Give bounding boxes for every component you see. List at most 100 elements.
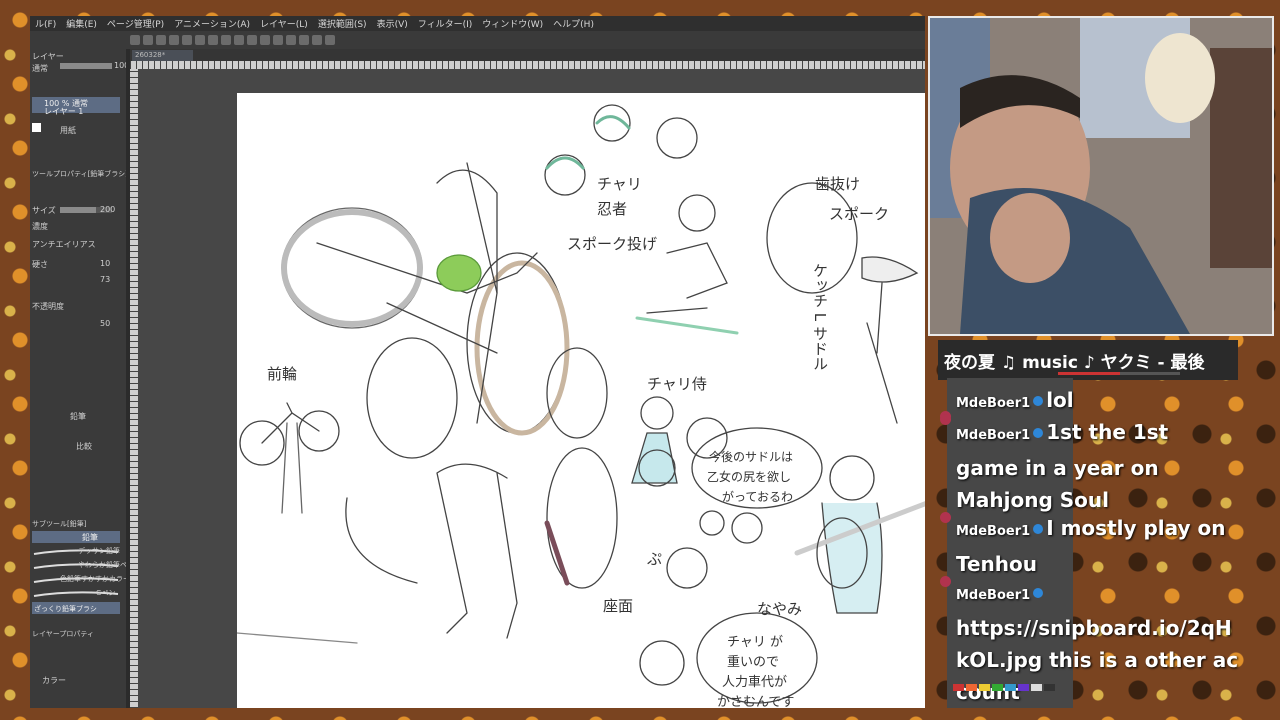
chat-badge-3 bbox=[940, 576, 951, 587]
swatch-blue[interactable] bbox=[1005, 684, 1016, 691]
note-ninja-2: 忍者 bbox=[597, 200, 628, 218]
color-select[interactable]: カラー bbox=[42, 675, 66, 686]
bubble-line-3: 人力車代が bbox=[722, 675, 788, 690]
note-line-1: 今後のサドルは bbox=[709, 450, 794, 464]
size-label: サイズ bbox=[32, 206, 56, 215]
note-samurai: チャリ侍 bbox=[647, 375, 707, 393]
note-fan-1: 歯抜け bbox=[815, 175, 861, 193]
note-line-3: がっておるわ bbox=[722, 490, 794, 504]
chat-username-2: MdeBoer1 bbox=[956, 524, 1031, 539]
note-seat: 座面 bbox=[603, 597, 634, 615]
save-icon[interactable] bbox=[156, 35, 166, 45]
webcam-feed bbox=[928, 16, 1274, 336]
note-wind: ぷ bbox=[647, 550, 663, 568]
opacity-value: 50 bbox=[100, 319, 111, 328]
note-ninja-1: チャリ bbox=[597, 175, 642, 193]
chat-message-2: MdeBoer1 I mostly play on Tenhou bbox=[956, 512, 1228, 580]
swatch-red[interactable] bbox=[953, 684, 964, 691]
document-tab[interactable]: 260328* bbox=[132, 50, 193, 61]
menu-file[interactable]: ル(F) bbox=[30, 17, 61, 30]
redo-icon[interactable] bbox=[195, 35, 205, 45]
document-tab-bar: 260328* bbox=[130, 49, 925, 61]
crop-icon[interactable] bbox=[247, 35, 257, 45]
grid-icon[interactable] bbox=[260, 35, 270, 45]
menu-help[interactable]: ヘルプ(H) bbox=[548, 17, 599, 30]
antialias-label: アンチエイリアス bbox=[32, 240, 96, 249]
note-front-wheel: 前輪 bbox=[267, 365, 298, 383]
command-toolbar bbox=[30, 31, 925, 49]
moderator-icon bbox=[1033, 395, 1044, 406]
print-icon[interactable] bbox=[169, 35, 179, 45]
open-file-icon[interactable] bbox=[143, 35, 153, 45]
note-fan-2: スポーク bbox=[829, 205, 890, 223]
density-value: 73 bbox=[100, 275, 111, 284]
comparison-label: 比較 bbox=[76, 442, 92, 451]
subtool-header: サブツール[鉛筆] bbox=[32, 520, 87, 528]
menu-bar: ル(F) 編集(E) ページ管理(P) アニメーション(A) レイヤー(L) 選… bbox=[30, 16, 925, 31]
note-spoke-throw: スポーク投げ bbox=[567, 235, 658, 253]
menu-selection[interactable]: 選択範囲(S) bbox=[313, 17, 372, 30]
color-swatches bbox=[953, 684, 1055, 691]
subtool-pencil-tab[interactable] bbox=[32, 531, 120, 543]
chat-message-0: MdeBoer1 lol bbox=[956, 384, 1074, 420]
swatch-white[interactable] bbox=[1031, 684, 1042, 691]
layer-property-header: レイヤープロパティ bbox=[32, 630, 94, 638]
new-file-icon[interactable] bbox=[130, 35, 140, 45]
blend-mode-select[interactable]: 通常 bbox=[32, 63, 48, 74]
webcam-scene bbox=[930, 18, 1272, 334]
swatch-black[interactable] bbox=[1044, 684, 1055, 691]
menu-window[interactable]: ウィンドウ(W) bbox=[477, 17, 548, 30]
swatch-purple[interactable] bbox=[1018, 684, 1029, 691]
vertical-ruler bbox=[130, 69, 138, 708]
bubble-line-2: 重いので bbox=[727, 655, 780, 670]
help-icon[interactable] bbox=[325, 35, 335, 45]
now-playing-text: 夜の夏 ♫ music ♪ ヤクミ - 最後 bbox=[944, 353, 1205, 373]
ruler-icon[interactable] bbox=[273, 35, 283, 45]
pencil-icon[interactable] bbox=[312, 35, 322, 45]
menu-edit[interactable]: 編集(E) bbox=[61, 17, 102, 30]
fill-icon[interactable] bbox=[234, 35, 244, 45]
layer-opacity-slider[interactable] bbox=[60, 63, 112, 69]
transform-icon[interactable] bbox=[208, 35, 218, 45]
note-nayami: なやみ bbox=[757, 600, 803, 618]
undo-icon[interactable] bbox=[182, 35, 192, 45]
menu-page[interactable]: ページ管理(P) bbox=[102, 17, 169, 30]
pencil-label: 鉛筆 bbox=[70, 412, 86, 421]
swatch-yellow[interactable] bbox=[979, 684, 990, 691]
chat-overlay: MdeBoer1 lol MdeBoer1 1st the 1st game in … bbox=[938, 388, 1238, 710]
brush-item-3-label: Gペン bbox=[96, 589, 116, 597]
snap-icon[interactable] bbox=[286, 35, 296, 45]
bubble-line-4: かさむんです bbox=[717, 695, 795, 708]
chat-message-1: MdeBoer1 1st the 1st game in a year on Ma… bbox=[956, 416, 1228, 516]
clear-icon[interactable] bbox=[221, 35, 231, 45]
menu-filter[interactable]: フィルター(I) bbox=[413, 17, 478, 30]
paper-swatch bbox=[32, 123, 41, 132]
opacity-label: 不透明度 bbox=[32, 302, 64, 311]
horizontal-ruler bbox=[130, 61, 925, 69]
menu-layer[interactable]: レイヤー(L) bbox=[255, 17, 313, 30]
menu-animation[interactable]: アニメーション(A) bbox=[169, 17, 255, 30]
music-progress-fill bbox=[1058, 372, 1120, 375]
brush-item-2-label: 色鉛筆すかすかカラー bbox=[60, 575, 130, 583]
swatch-green[interactable] bbox=[992, 684, 1003, 691]
moderator-icon bbox=[1033, 587, 1044, 598]
brush-item-4-label: ざっくり鉛筆ブラシ bbox=[34, 605, 97, 613]
drawing-canvas[interactable]: チャリ 忍者 スポーク投げ 歯抜け スポーク ケッチ L サドル 前輪 チャリ侍… bbox=[237, 93, 925, 708]
paper-layer-label: 用紙 bbox=[60, 126, 76, 135]
layer-item-line2: レイヤー 1 bbox=[44, 107, 84, 116]
hardness-label: 硬さ bbox=[32, 260, 48, 269]
chat-badge-1 bbox=[940, 414, 951, 425]
density-label: 濃度 bbox=[32, 222, 48, 231]
brush-size-value: 200 bbox=[100, 205, 116, 214]
tool-property-header: ツールプロパティ[鉛筆ブラシ] bbox=[32, 170, 128, 178]
hardness-value: 10 bbox=[100, 259, 111, 268]
swatch-orange[interactable] bbox=[966, 684, 977, 691]
moderator-icon bbox=[1033, 523, 1044, 534]
chat-username-1: MdeBoer1 bbox=[956, 428, 1031, 443]
moderator-icon bbox=[1033, 427, 1044, 438]
menu-view[interactable]: 表示(V) bbox=[372, 17, 413, 30]
pen-pressure-icon[interactable] bbox=[299, 35, 309, 45]
note-kettle: ケッチ L サドル bbox=[811, 263, 829, 371]
note-line-2: 乙女の尻を欲し bbox=[707, 470, 792, 484]
subtool-pencil-label: 鉛筆 bbox=[82, 533, 98, 542]
